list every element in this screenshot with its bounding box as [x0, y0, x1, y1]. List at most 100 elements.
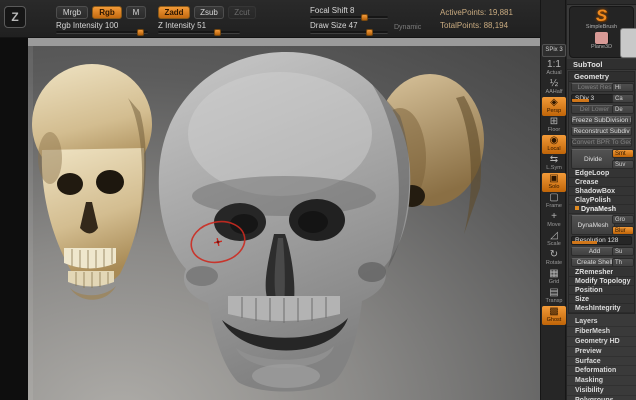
floor-button[interactable]: ⊞ Floor — [542, 116, 566, 135]
draw-size-label: Draw Size 47 — [310, 21, 388, 30]
actual-icon: 1:1 — [542, 60, 566, 70]
local-button[interactable]: ◉ Local — [542, 135, 566, 154]
mode-m-button[interactable]: M — [126, 6, 146, 19]
blur-slider-partial[interactable]: Blur — [612, 226, 634, 235]
document-canvas[interactable] — [28, 38, 540, 400]
move-icon: + — [542, 212, 566, 222]
mode-zsub-button[interactable]: Zsub — [194, 6, 224, 19]
aahalf-button[interactable]: ½ AAHalf — [542, 78, 566, 97]
aahalf-icon: ½ — [542, 79, 566, 89]
dynamic-label[interactable]: Dynamic — [394, 24, 421, 31]
mode-rgb-button[interactable]: Rgb — [92, 6, 122, 19]
transp-icon: ▤ — [542, 288, 566, 298]
simplebrush-icon[interactable]: S — [570, 7, 633, 24]
convert-bpr-button[interactable]: Convert BPR To Geo — [571, 138, 632, 147]
mode-zcut-button[interactable]: Zcut — [228, 6, 256, 19]
zbrush-window: Z Mrgb Rgb M Zadd Zsub Zcut Focal Shift … — [0, 0, 636, 400]
del-higher-button-partial[interactable]: De — [612, 105, 634, 114]
draw-size-slider[interactable]: Draw Size 47 — [310, 21, 388, 35]
points-stats: ActivePoints: 19,881 TotalPoints: 88,194 — [440, 6, 513, 32]
resolution-slider[interactable]: Resolution 128 — [571, 236, 632, 245]
grid-button[interactable]: ▦ Grid — [542, 268, 566, 287]
ghost-button[interactable]: ▩ Ghost — [542, 306, 566, 325]
sub-toggle-partial[interactable]: Su — [612, 247, 634, 256]
ghost-icon: ▩ — [542, 307, 566, 317]
right-shelf: SPix 3 1:1 Actual ½ AAHalf ◈ Persp ⊞ Flo… — [540, 0, 566, 400]
rotate-icon: ↻ — [542, 250, 566, 260]
visibility-section[interactable]: Visibility — [567, 386, 636, 396]
smt-toggle[interactable]: Smt — [612, 149, 634, 158]
shadowbox-section-header[interactable]: ShadowBox — [569, 187, 634, 196]
scale-button[interactable]: ◿ Scale — [542, 230, 566, 249]
actual-button[interactable]: 1:1 Actual — [542, 59, 566, 78]
scale-icon: ◿ — [542, 231, 566, 241]
sdiv-slider[interactable]: SDiv 3 — [571, 94, 618, 103]
mode-zadd-button[interactable]: Zadd — [158, 6, 190, 19]
deformation-section[interactable]: Deformation — [567, 366, 636, 376]
partial-popup-panel — [620, 28, 636, 58]
zremesher-section-header[interactable]: ZRemesher — [569, 268, 634, 277]
transp-button[interactable]: ▤ Transp — [542, 287, 566, 306]
claypolish-section-header[interactable]: ClayPolish — [569, 196, 634, 205]
preview-section[interactable]: Preview — [567, 347, 636, 357]
rotate-button[interactable]: ↻ Rotate — [542, 249, 566, 268]
masking-section[interactable]: Masking — [567, 376, 636, 386]
solo-button[interactable]: ▣ Solo — [542, 173, 566, 192]
add-toggle[interactable]: Add — [571, 247, 618, 256]
palette-topbar — [567, 0, 636, 5]
subtool-section-header[interactable]: SubTool — [567, 59, 636, 70]
lsym-button[interactable]: ⇆ L.Sym — [542, 154, 566, 173]
geometry-hd-section[interactable]: Geometry HD — [567, 337, 636, 347]
spix-slider[interactable]: SPix 3 — [542, 44, 566, 57]
create-shell-button[interactable]: Create Shell — [571, 258, 618, 267]
surface-section[interactable]: Surface — [567, 357, 636, 367]
polygroups-section[interactable]: Polygroups — [567, 396, 636, 400]
plane3d-icon[interactable] — [595, 32, 608, 44]
fibermesh-section[interactable]: FiberMesh — [567, 327, 636, 337]
cage-button-partial[interactable]: Ca — [612, 94, 634, 103]
z-intensity-label: Z Intensity 51 — [158, 21, 240, 30]
persp-button[interactable]: ◈ Persp — [542, 97, 566, 116]
active-points: ActivePoints: 19,881 — [440, 6, 513, 19]
geometry-panel: Geometry Lowest Res Hi SDiv 3 Ca Del Low… — [568, 71, 635, 314]
freeze-subdivision-button[interactable]: Freeze SubDivision Levels — [571, 116, 632, 125]
sculpt-viewport — [28, 38, 540, 400]
solo-icon: ▣ — [542, 174, 566, 184]
crease-section-header[interactable]: Crease — [569, 178, 634, 187]
frame-icon: ▢ — [542, 193, 566, 203]
left-tray — [0, 38, 28, 400]
groups-toggle[interactable]: Gro — [612, 215, 634, 224]
reconstruct-subdiv-button[interactable]: Reconstruct Subdiv — [571, 127, 632, 136]
lsym-icon: ⇆ — [542, 155, 566, 165]
dynamesh-button[interactable]: DynaMesh — [571, 215, 615, 235]
persp-icon: ◈ — [542, 98, 566, 108]
del-lower-button[interactable]: Del Lower — [571, 105, 618, 114]
edgeloop-section-header[interactable]: EdgeLoop — [569, 169, 634, 178]
size-section-header[interactable]: Size — [569, 295, 634, 304]
grid-icon: ▦ — [542, 269, 566, 279]
mode-mrgb-button[interactable]: Mrgb — [56, 6, 88, 19]
thickness-slider-partial[interactable]: Th — [612, 258, 634, 267]
higher-res-button-partial[interactable]: Hi — [612, 83, 634, 92]
suv-toggle[interactable]: Suv — [612, 160, 634, 169]
z-intensity-slider[interactable]: Z Intensity 51 — [158, 21, 240, 35]
top-shelf: Z Mrgb Rgb M Zadd Zsub Zcut Focal Shift … — [0, 0, 565, 38]
meshintegrity-section-header[interactable]: MeshIntegrity — [569, 304, 634, 313]
geometry-section-header[interactable]: Geometry — [569, 72, 634, 82]
total-points: TotalPoints: 88,194 — [440, 19, 513, 32]
floor-icon: ⊞ — [542, 117, 566, 127]
frame-button[interactable]: ▢ Frame — [542, 192, 566, 211]
focal-shift-slider[interactable]: Focal Shift 8 — [310, 6, 388, 20]
layers-section[interactable]: Layers — [567, 317, 636, 327]
move-button[interactable]: + Move — [542, 211, 566, 230]
rgb-intensity-slider[interactable]: Rgb Intensity 100 — [56, 21, 148, 35]
local-icon: ◉ — [542, 136, 566, 146]
modify-topology-section-header[interactable]: Modify Topology — [569, 277, 634, 286]
rgb-intensity-label: Rgb Intensity 100 — [56, 21, 148, 30]
lowest-res-button[interactable]: Lowest Res — [571, 83, 618, 92]
app-logo-icon[interactable]: Z — [4, 6, 26, 28]
collapsed-sections: Layers FiberMesh Geometry HD Preview Sur… — [567, 317, 636, 400]
divide-button[interactable]: Divide — [571, 149, 615, 169]
dynamesh-section-header[interactable]: DynaMesh — [569, 205, 634, 214]
position-section-header[interactable]: Position — [569, 286, 634, 295]
